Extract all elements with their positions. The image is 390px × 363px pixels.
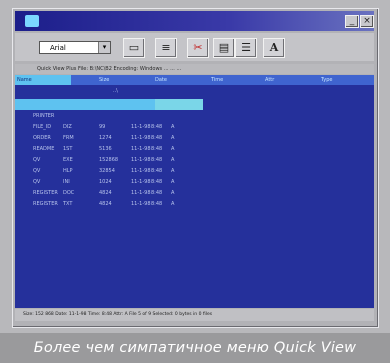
file-time: 8:48 [151,179,163,185]
file-attr: A [171,179,175,185]
panel-header-row: Name Size Date Time Attr Type [15,75,374,85]
file-size: 32854 [99,168,115,174]
file-ext: TXT [63,201,73,207]
file-name: ORDER [33,135,51,141]
file-size: 1024 [99,179,112,185]
file-attr: A [171,135,175,141]
list-item[interactable]: QV EXE 152868 11-1-98 8:48 A [15,155,374,166]
file-size: 152868 [99,157,119,163]
photo-caption: Более чем симпатичное меню Quick View [0,333,390,363]
file-size: 4824 [99,201,112,207]
file-name: README [33,146,55,152]
file-name: QV [33,157,41,163]
view-window-button[interactable]: ▭ [123,38,145,58]
file-name: REGISTER [33,201,58,207]
quick-view-window: _ × Arial ▾ ▭ ≡ ✂ ▤ ☰ A Quick View Plus … [12,8,379,328]
path-text: Quick View Plus File: B:\NC\B2 Encoding:… [37,66,182,72]
file-date: 11-1-98 [131,146,151,152]
status-text: Size: 152 868 Date: 11-1-98 Time: 8:48 A… [23,312,213,317]
app-icon [25,15,39,27]
font-button[interactable]: A [263,38,285,58]
file-size: 1274 [99,135,112,141]
file-ext: HLP [63,168,73,174]
column-header-attr[interactable]: Attr [265,75,274,85]
file-attr: A [171,157,175,163]
file-attr: A [171,168,175,174]
file-size: 4824 [99,190,112,196]
list-button[interactable]: ≡ [155,38,177,58]
file-time: 8:48 [151,124,163,130]
file-name: QV [33,179,41,185]
file-time: 8:48 [151,168,163,174]
file-attr: A [171,146,175,152]
list-item[interactable]: QV HLP 32854 11-1-98 8:48 A [15,166,374,177]
column-header-size[interactable]: Size [99,75,109,85]
file-date: 11-1-98 [131,124,151,130]
list-item[interactable]: FILE_ID DIZ 99 11-1-98 8:48 A [15,122,374,133]
close-button[interactable]: × [360,15,374,28]
file-ext: FRM [63,135,74,141]
status-bar: Size: 152 868 Date: 11-1-98 Time: 8:48 A… [15,309,374,321]
list-item[interactable]: REGISTER TXT 4824 11-1-98 8:48 A [15,199,374,210]
chevron-down-icon[interactable]: ▾ [98,42,110,53]
file-panel[interactable]: Name Size Date Time Attr Type ..\ PRINTE… [15,75,374,308]
minimize-button[interactable]: _ [345,15,359,28]
menu-button[interactable]: ☰ [235,38,257,58]
parent-dir-entry[interactable]: ..\ [113,88,118,94]
file-ext: EXE [63,157,73,163]
cut-button[interactable]: ✂ [187,38,209,58]
list-item[interactable]: README 1ST 5136 11-1-98 8:48 A [15,144,374,155]
file-attr: A [171,124,175,130]
screenshot-photo: _ × Arial ▾ ▭ ≡ ✂ ▤ ☰ A Quick View Plus … [0,0,390,333]
list-item[interactable]: ORDER FRM 1274 11-1-98 8:48 A [15,133,374,144]
title-bar[interactable]: _ × [15,11,374,31]
file-name: FILE_ID [33,124,52,130]
file-attr: A [171,190,175,196]
file-time: 8:48 [151,157,163,163]
file-date: 11-1-98 [131,190,151,196]
file-date: 11-1-98 [131,135,151,141]
file-name: PRINTER [33,113,55,119]
selection-highlight-secondary [155,99,203,110]
column-header-name[interactable]: Name [15,75,71,85]
column-header-date[interactable]: Date [155,75,167,85]
file-date: 11-1-98 [131,157,151,163]
file-date: 11-1-98 [131,168,151,174]
file-size: 5136 [99,146,112,152]
file-time: 8:48 [151,190,163,196]
file-time: 8:48 [151,146,163,152]
file-name: REGISTER [33,190,58,196]
column-header-time[interactable]: Time [211,75,223,85]
file-attr: A [171,201,175,207]
file-size: 99 [99,124,106,130]
list-item[interactable]: PRINTER [15,111,374,122]
file-date: 11-1-98 [131,201,151,207]
file-ext: 1ST [63,146,73,152]
toolbar: Arial ▾ ▭ ≡ ✂ ▤ ☰ A [15,33,374,61]
font-select-value: Arial [50,44,66,52]
file-ext: DIZ [63,124,72,130]
list-item[interactable]: REGISTER DOC 4824 11-1-98 8:48 A [15,188,374,199]
column-header-type[interactable]: Type [321,75,332,85]
file-date: 11-1-98 [131,179,151,185]
file-name: QV [33,168,41,174]
font-select[interactable]: Arial ▾ [39,41,111,54]
list-item[interactable]: QV INI 1024 11-1-98 8:48 A [15,177,374,188]
grid-button[interactable]: ▤ [213,38,235,58]
file-time: 8:48 [151,135,163,141]
path-bar: Quick View Plus File: B:\NC\B2 Encoding:… [15,64,374,74]
file-ext: DOC [63,190,75,196]
file-ext: INI [63,179,70,185]
file-time: 8:48 [151,201,163,207]
